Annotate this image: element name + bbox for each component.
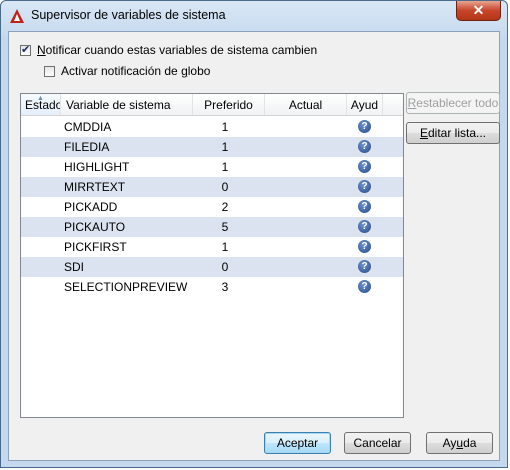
- variable-name: SELECTIONPREVIEW: [64, 280, 188, 294]
- help-icon[interactable]: ?: [358, 280, 371, 293]
- help-icon[interactable]: ?: [358, 120, 371, 133]
- close-button[interactable]: ✕: [456, 1, 501, 21]
- dialog-body: Notificar cuando estas variables de sist…: [8, 31, 500, 461]
- list-item[interactable]: PICKADD 2?: [21, 197, 403, 217]
- list-item[interactable]: MIRRTEXT 0?: [21, 177, 403, 197]
- preferred-value: 5: [221, 220, 229, 234]
- sort-up-icon: ▲: [37, 95, 44, 102]
- preferred-value: 0: [221, 260, 229, 274]
- preferred-value: 1: [221, 140, 229, 154]
- column-header-actual[interactable]: Actual: [265, 94, 347, 115]
- balloon-label: Activar notificación de globo: [61, 64, 211, 78]
- variable-name: HIGHLIGHT: [64, 160, 130, 174]
- list-header: ▲ Estado Variable de sistema Preferido A…: [21, 94, 403, 116]
- current-value: [265, 277, 347, 297]
- variable-name: MIRRTEXT: [64, 180, 126, 194]
- current-value: [265, 157, 347, 177]
- notify-option[interactable]: Notificar cuando estas variables de sist…: [20, 42, 317, 58]
- preferred-value: 1: [221, 240, 229, 254]
- column-header-estado[interactable]: ▲ Estado: [21, 94, 61, 115]
- list-item[interactable]: FILEDIA 1?: [21, 137, 403, 157]
- preferred-value: 1: [221, 120, 229, 134]
- current-value: [265, 197, 347, 217]
- variable-name: PICKAUTO: [64, 220, 126, 234]
- list-item[interactable]: PICKAUTO 5?: [21, 217, 403, 237]
- autocad-app-icon: [10, 9, 24, 23]
- variable-name: CMDDIA: [64, 120, 112, 134]
- help-icon[interactable]: ?: [358, 180, 371, 193]
- list-item[interactable]: HIGHLIGHT 1?: [21, 157, 403, 177]
- cancel-button[interactable]: Cancelar: [344, 432, 411, 454]
- preferred-value: 1: [221, 160, 229, 174]
- current-value: [265, 177, 347, 197]
- current-value: [265, 217, 347, 237]
- current-value: [265, 257, 347, 277]
- dialog-window: Supervisor de variables de sistema ✕ Not…: [0, 0, 508, 468]
- current-value: [265, 117, 347, 137]
- current-value: [265, 237, 347, 257]
- list-item[interactable]: SDI 0?: [21, 257, 403, 277]
- list-item[interactable]: SELECTIONPREVIEW 3?: [21, 277, 403, 297]
- help-icon[interactable]: ?: [358, 240, 371, 253]
- preferred-value: 0: [221, 180, 229, 194]
- help-button[interactable]: Ayuda: [426, 432, 493, 454]
- variable-name: FILEDIA: [64, 140, 110, 154]
- column-header-preferido[interactable]: Preferido: [193, 94, 265, 115]
- current-value: [265, 137, 347, 157]
- help-icon[interactable]: ?: [358, 140, 371, 153]
- column-header-ayuda[interactable]: Ayud: [347, 94, 383, 115]
- help-icon[interactable]: ?: [358, 260, 371, 273]
- notify-label: Notificar cuando estas variables de sist…: [37, 43, 318, 57]
- notify-checkbox[interactable]: [20, 43, 31, 56]
- help-icon[interactable]: ?: [358, 200, 371, 213]
- balloon-checkbox[interactable]: [44, 65, 55, 77]
- help-icon[interactable]: ?: [358, 160, 371, 173]
- preferred-value: 2: [221, 200, 229, 214]
- variables-list[interactable]: ▲ Estado Variable de sistema Preferido A…: [20, 93, 404, 418]
- help-icon[interactable]: ?: [358, 220, 371, 233]
- title-bar[interactable]: Supervisor de variables de sistema ✕: [1, 1, 507, 31]
- column-header-variable[interactable]: Variable de sistema: [61, 94, 193, 115]
- variable-name: SDI: [64, 260, 85, 274]
- variable-name: PICKFIRST: [64, 240, 127, 254]
- variable-name: PICKADD: [64, 200, 118, 214]
- ok-button[interactable]: Aceptar: [264, 432, 331, 454]
- list-item[interactable]: PICKFIRST 1?: [21, 237, 403, 257]
- window-title: Supervisor de variables de sistema: [31, 8, 226, 22]
- preferred-value: 3: [221, 280, 229, 294]
- balloon-option[interactable]: Activar notificación de globo: [44, 63, 210, 79]
- edit-list-button[interactable]: Editar lista...: [406, 122, 500, 144]
- reset-all-button[interactable]: Restablecer todo: [406, 92, 500, 114]
- list-item[interactable]: CMDDIA 1?: [21, 117, 403, 137]
